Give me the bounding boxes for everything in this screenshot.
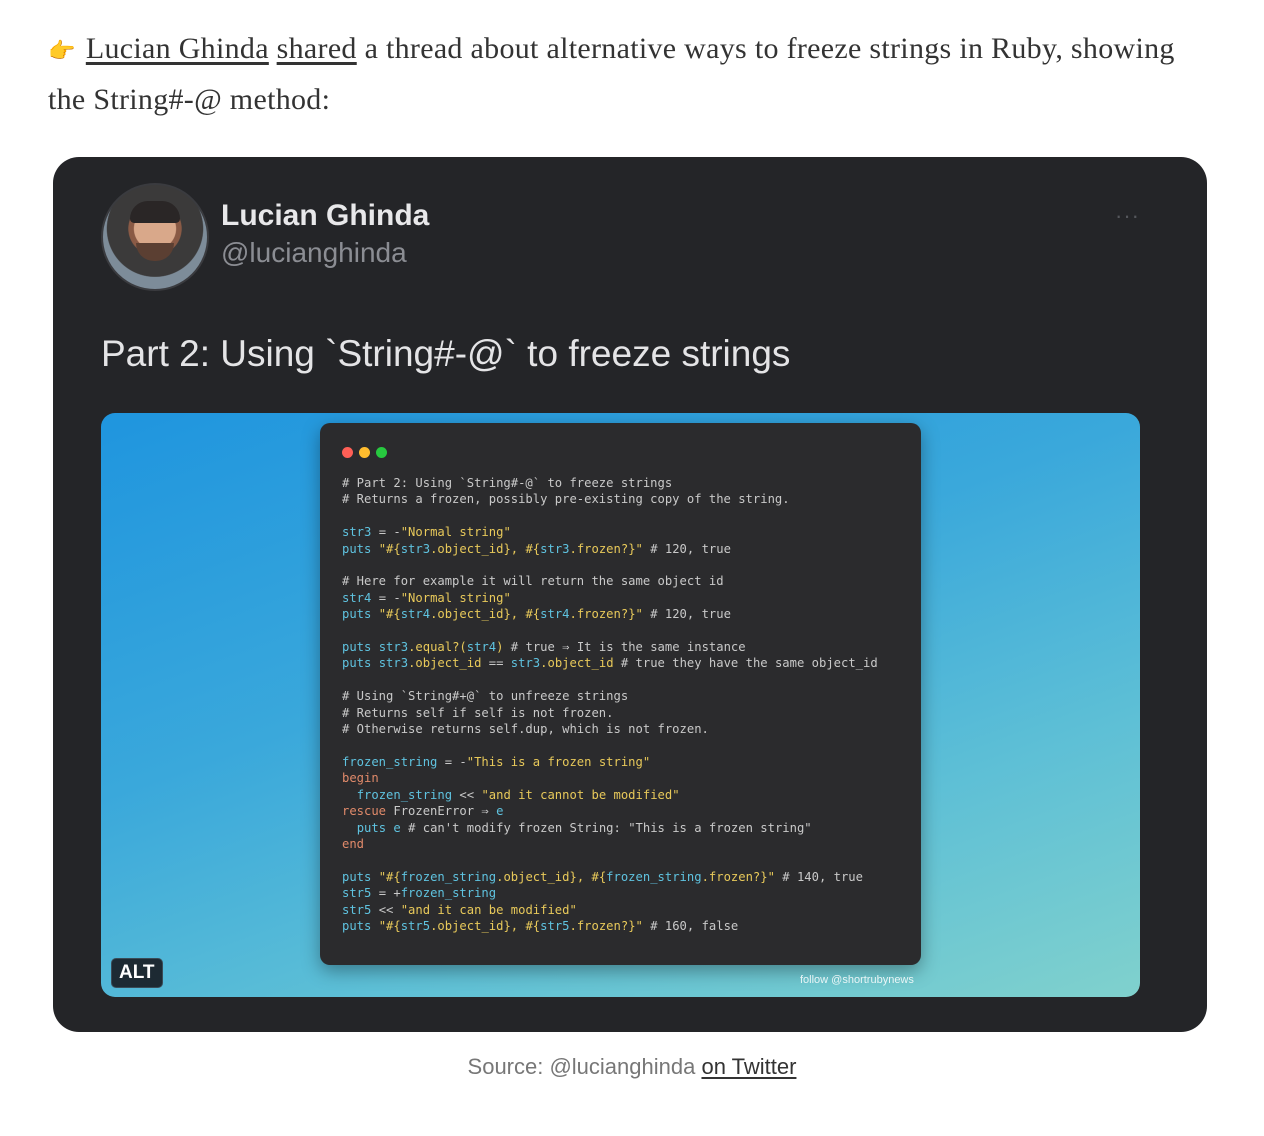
code-line: puts "#{str5.object_id}, #{str5.frozen?}…: [342, 918, 739, 933]
code-line: # Otherwise returns self.dup, which is n…: [342, 722, 709, 737]
code-line: str4 = -"Normal string": [342, 590, 511, 605]
code-line: str3 = -"Normal string": [342, 525, 511, 540]
code-window: # Part 2: Using `String#-@` to freeze st…: [320, 423, 921, 965]
code-line: # Returns self if self is not frozen.: [342, 705, 614, 720]
code-line: str5 << "and it can be modified": [342, 902, 577, 917]
tweet-author-name[interactable]: Lucian Ghinda: [221, 199, 429, 233]
avatar[interactable]: [101, 183, 209, 291]
code-line: frozen_string << "and it cannot be modif…: [356, 787, 680, 802]
maximize-dot-icon: [376, 447, 387, 458]
close-dot-icon: [342, 447, 353, 458]
caption-source: Source: @lucianghinda: [467, 1054, 696, 1079]
code-line: end: [342, 836, 365, 851]
code-line: begin: [342, 771, 379, 786]
tweet-card[interactable]: Lucian Ghinda @lucianghinda ··· Part 2: …: [53, 157, 1207, 1032]
code-line: # Here for example it will return the sa…: [342, 574, 724, 589]
twitter-link[interactable]: on Twitter: [701, 1054, 796, 1079]
tweet-image[interactable]: # Part 2: Using `String#-@` to freeze st…: [101, 413, 1140, 997]
intro-paragraph: 👉 Lucian Ghinda shared a thread about al…: [48, 24, 1218, 124]
code-line: # Part 2: Using `String#-@` to freeze st…: [342, 476, 673, 490]
code-line: puts str3.object_id == str3.object_id # …: [342, 656, 878, 671]
code-block: # Part 2: Using `String#-@` to freeze st…: [342, 475, 878, 934]
minimize-dot-icon: [359, 447, 370, 458]
tweet-text: Part 2: Using `String#-@` to freeze stri…: [101, 333, 791, 374]
code-line: puts e # can't modify frozen String: "Th…: [356, 820, 812, 835]
image-caption: Source: @lucianghinda on Twitter: [0, 1054, 1264, 1080]
more-options-icon[interactable]: ···: [1115, 203, 1140, 229]
code-line: rescue FrozenError ⇒ e: [342, 804, 504, 819]
window-controls: [342, 443, 393, 462]
code-line: # Returns a frozen, possibly pre-existin…: [342, 492, 790, 507]
code-line: frozen_string = -"This is a frozen strin…: [342, 754, 651, 769]
shared-link[interactable]: shared: [277, 32, 357, 65]
alt-badge[interactable]: ALT: [111, 958, 163, 988]
tweet-author-handle[interactable]: @lucianghinda: [221, 237, 407, 269]
code-line: puts str3.equal?(str4) # true ⇒ It is th…: [342, 640, 746, 655]
author-link[interactable]: Lucian Ghinda: [86, 32, 269, 65]
code-line: puts "#{str3.object_id}, #{str3.frozen?}…: [342, 541, 731, 556]
code-line: puts "#{str4.object_id}, #{str4.frozen?}…: [342, 607, 731, 622]
code-line: str5 = +frozen_string: [342, 886, 497, 901]
code-line: # Using `String#+@` to unfreeze strings: [342, 689, 629, 704]
code-line: puts "#{frozen_string.object_id}, #{froz…: [342, 869, 863, 884]
pointing-hand-icon: 👉: [48, 38, 76, 63]
watermark: follow @shortrubynews: [800, 974, 914, 986]
